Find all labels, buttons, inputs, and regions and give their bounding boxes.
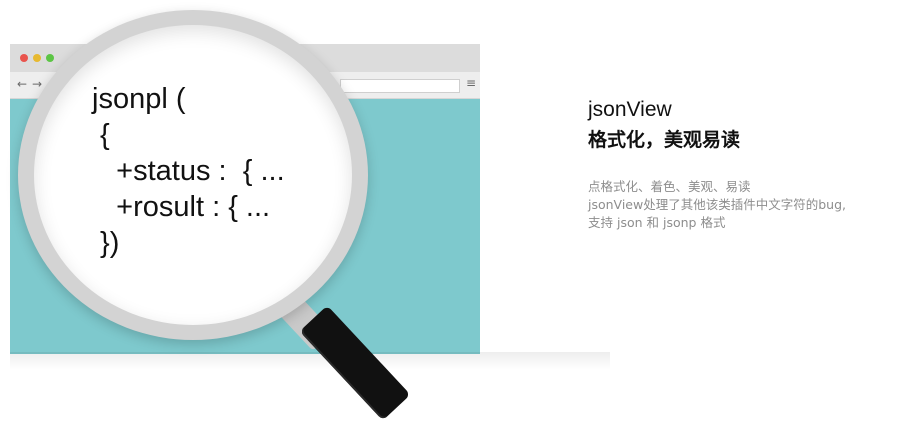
code-line-5: }) <box>92 227 120 259</box>
code-line-4: +rosult : { ... <box>92 191 271 223</box>
code-line-2: { <box>92 119 110 151</box>
forward-arrow-icon[interactable]: → <box>32 76 42 92</box>
menu-icon[interactable]: ≡ <box>466 76 476 90</box>
close-window-button[interactable] <box>20 54 28 62</box>
maximize-window-button[interactable] <box>46 54 54 62</box>
code-line-3: +status : { ... <box>92 155 285 187</box>
feature-subtitle: 格式化，美观易读 <box>588 129 741 151</box>
feature-title: jsonView <box>588 98 672 121</box>
feature-description-line-2: jsonView处理了其他该类插件中文字符的bug, <box>588 197 846 212</box>
feature-description-line-1: 点格式化、着色、美观、易读 <box>588 179 751 194</box>
address-bar[interactable] <box>340 79 460 93</box>
magnifier-lens: jsonpl ( { +status : { ... +rosult : { .… <box>34 25 352 325</box>
back-arrow-icon[interactable]: ← <box>17 76 27 92</box>
feature-description-line-3: 支持 json 和 jsonp 格式 <box>588 215 726 230</box>
browser-shadow <box>10 352 610 370</box>
minimize-window-button[interactable] <box>33 54 41 62</box>
code-line-1: jsonpl ( <box>92 83 186 115</box>
